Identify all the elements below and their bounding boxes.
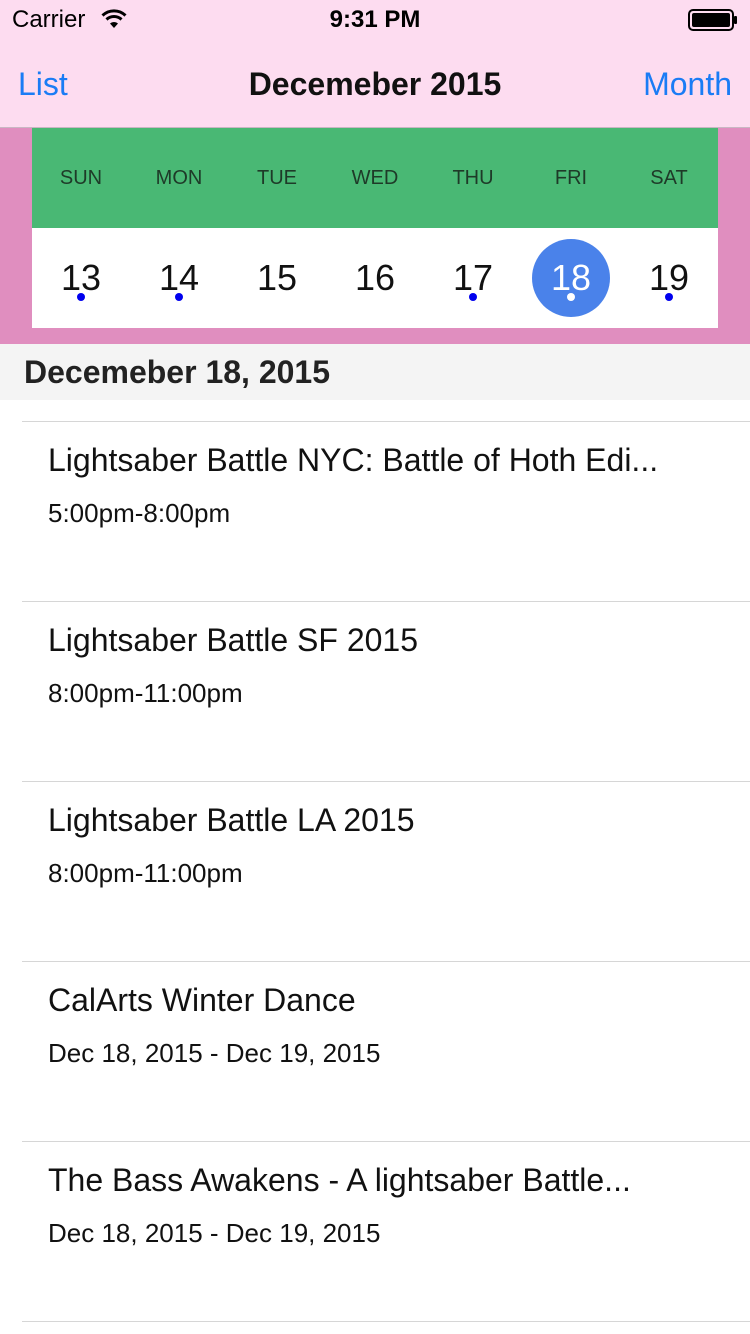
day-number: 15	[256, 257, 298, 298]
day-cell[interactable]: 18	[522, 228, 620, 328]
day-cell[interactable]: 15	[228, 228, 326, 328]
top-bar: Carrier 9:31 PM List Decemeber 2015 Mont…	[0, 0, 750, 128]
list-divider	[22, 1321, 750, 1322]
status-bar: Carrier 9:31 PM	[0, 0, 750, 40]
event-title: Lightsaber Battle NYC: Battle of Hoth Ed…	[48, 442, 659, 478]
week-calendar: SUN MON TUE WED THU FRI SAT 13 14 15 16 …	[0, 128, 750, 344]
event-time: 8:00pm-11:00pm	[48, 858, 243, 888]
weekday-header: SUN MON TUE WED THU FRI SAT	[32, 128, 718, 228]
event-time: 8:00pm-11:00pm	[48, 678, 243, 708]
list-item[interactable]: CalArts Winter Dance Dec 18, 2015 - Dec …	[0, 940, 750, 1120]
list-item[interactable]: The Bass Awakens - A lightsaber Battle..…	[0, 1120, 750, 1300]
day-number: 16	[354, 257, 396, 298]
event-dot-icon	[469, 293, 477, 301]
day-number: 19	[648, 257, 690, 298]
list-item[interactable]: Lightsaber Battle LA 2015 8:00pm-11:00pm	[0, 760, 750, 940]
weekday-label: TUE	[257, 167, 297, 189]
event-dot-icon	[665, 293, 673, 301]
weekday-label: SUN	[59, 167, 103, 189]
nav-bar: List Decemeber 2015 Month	[0, 40, 750, 128]
day-cell[interactable]: 19	[620, 228, 718, 328]
list-item[interactable]: Lightsaber Battle NYC: Battle of Hoth Ed…	[0, 400, 750, 580]
day-cell[interactable]: 17	[424, 228, 522, 328]
section-header: Decemeber 18, 2015	[0, 344, 750, 400]
event-title: CalArts Winter Dance	[48, 982, 356, 1018]
page-title: Decemeber 2015	[248, 66, 502, 102]
weekday-label: WED	[351, 167, 399, 189]
date-row: 13 14 15 16 17 18 19	[32, 228, 718, 328]
event-time: Dec 18, 2015 - Dec 19, 2015	[48, 1038, 381, 1068]
event-time: 5:00pm-8:00pm	[48, 498, 231, 528]
day-number: 14	[158, 257, 200, 298]
month-button[interactable]: Month	[643, 66, 732, 103]
weekday-label: FRI	[554, 167, 588, 189]
event-title: The Bass Awakens - A lightsaber Battle..…	[48, 1162, 631, 1198]
event-title: Lightsaber Battle LA 2015	[48, 802, 415, 838]
event-dot-icon	[175, 293, 183, 301]
status-time: 9:31 PM	[329, 6, 421, 33]
day-cell[interactable]: 13	[32, 228, 130, 328]
day-cell[interactable]: 14	[130, 228, 228, 328]
list-item[interactable]: Lightsaber Battle SF 2015 8:00pm-11:00pm	[0, 580, 750, 760]
event-dot-icon	[567, 293, 575, 301]
day-cell[interactable]: 16	[326, 228, 424, 328]
day-number: 18	[532, 239, 610, 317]
weekday-label: THU	[452, 167, 494, 189]
event-dot-icon	[77, 293, 85, 301]
selected-date-title: Decemeber 18, 2015	[24, 354, 330, 390]
event-title: Lightsaber Battle SF 2015	[48, 622, 419, 658]
event-time: Dec 18, 2015 - Dec 19, 2015	[48, 1218, 381, 1248]
day-number: 17	[452, 257, 494, 298]
event-list: Lightsaber Battle NYC: Battle of Hoth Ed…	[0, 400, 750, 1300]
weekday-label: MON	[155, 167, 203, 189]
battery-icon	[688, 9, 737, 31]
day-number: 13	[60, 257, 102, 298]
weekday-label: SAT	[650, 167, 688, 189]
